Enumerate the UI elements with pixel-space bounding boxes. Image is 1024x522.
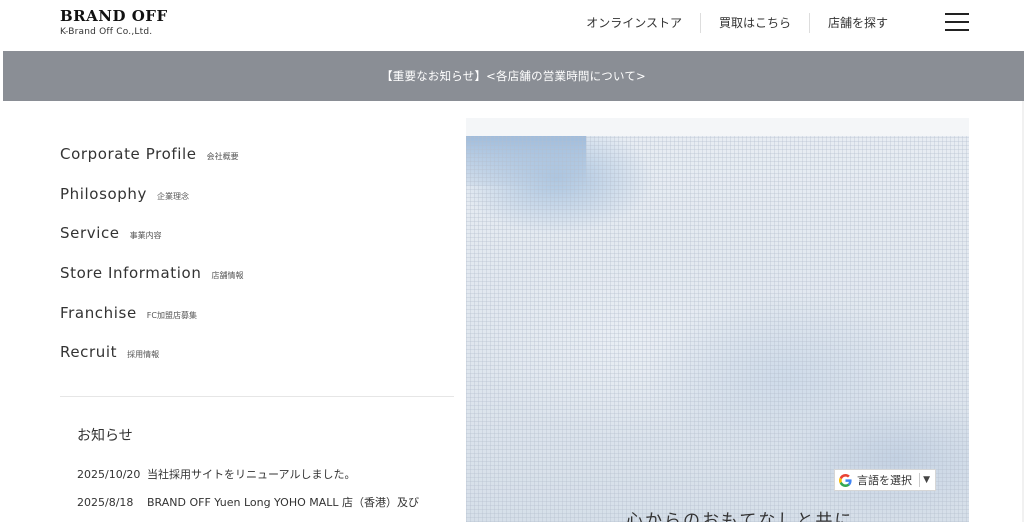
nav-buyback[interactable]: 買取はこちら — [699, 13, 809, 33]
news-list: 2025/10/20 当社採用サイトをリニューアルしました。 2025/8/18… — [77, 467, 457, 522]
dropdown-arrow-icon: ▼ — [923, 475, 930, 485]
hero-top-strip — [466, 118, 969, 136]
google-icon — [839, 473, 852, 487]
menu-item-service[interactable]: Service 事業内容 — [60, 224, 243, 264]
menu-item-label: Store Information — [60, 264, 202, 283]
section-divider — [60, 396, 454, 397]
menu-item-franchise[interactable]: Franchise FC加盟店募集 — [60, 304, 243, 344]
hero-caption: 心からのおもてなしと共に — [626, 511, 854, 522]
news-heading: お知らせ — [77, 428, 133, 444]
news-item[interactable]: 2025/10/20 当社採用サイトをリニューアルしました。 — [77, 467, 457, 482]
news-date: 2025/8/18 — [77, 496, 134, 509]
menu-item-sublabel: FC加盟店募集 — [146, 310, 197, 320]
news-item[interactable]: 2025/8/18 BRAND OFF Yuen Long YOHO MALL … — [77, 495, 457, 510]
menu-item-label: Franchise — [60, 303, 137, 322]
news-headline: BRAND OFF Yuen Long YOHO MALL 店（香港）及び — [147, 496, 420, 509]
menu-item-store-information[interactable]: Store Information 店舗情報 — [60, 264, 243, 304]
hamburger-line — [945, 29, 969, 31]
menu-item-recruit[interactable]: Recruit 採用情報 — [60, 343, 243, 383]
menu-item-sublabel: 採用情報 — [127, 350, 160, 360]
menu-item-sublabel: 企業理念 — [156, 191, 189, 201]
language-select-label: 言語を選択 — [857, 474, 912, 487]
hero-sky-image: 心からのおもてなしと共に — [466, 118, 969, 522]
hamburger-line — [945, 13, 969, 15]
language-select-separator — [919, 473, 921, 487]
logo-main-text: BRAND OFF — [60, 7, 168, 25]
menu-item-philosophy[interactable]: Philosophy 企業理念 — [60, 185, 243, 225]
news-date: 2025/10/20 — [77, 468, 141, 481]
hamburger-menu-icon[interactable] — [945, 12, 969, 32]
nav-online-store[interactable]: オンラインストア — [568, 13, 700, 33]
menu-item-label: Recruit — [60, 343, 118, 362]
menu-item-label: Service — [60, 224, 120, 243]
header-nav: オンラインストア 買取はこちら 店舗を探す — [568, 13, 906, 33]
menu-item-corporate-profile[interactable]: Corporate Profile 会社概要 — [60, 145, 243, 185]
language-select-button[interactable]: 言語を選択 ▼ — [834, 469, 936, 491]
menu-item-label: Philosophy — [60, 184, 147, 203]
nav-find-store[interactable]: 店舗を探す — [808, 13, 906, 33]
menu-item-sublabel: 事業内容 — [129, 231, 162, 241]
hamburger-line — [945, 21, 969, 23]
menu-item-sublabel: 店舗情報 — [211, 271, 244, 281]
left-column: Corporate Profile 会社概要 Philosophy 企業理念 S… — [60, 101, 454, 522]
hero-grid-overlay — [466, 118, 969, 522]
notice-text: 【重要なお知らせ】<各店舗の営業時間について> — [381, 69, 646, 83]
company-menu: Corporate Profile 会社概要 Philosophy 企業理念 S… — [60, 145, 243, 383]
menu-item-label: Corporate Profile — [60, 145, 197, 163]
brand-logo[interactable]: BRAND OFF K-Brand Off Co.,Ltd. — [60, 7, 168, 37]
menu-item-sublabel: 会社概要 — [206, 152, 239, 161]
site-header: BRAND OFF K-Brand Off Co.,Ltd. オンラインストア … — [0, 0, 1024, 51]
important-notice-bar[interactable]: 【重要なお知らせ】<各店舗の営業時間について> — [3, 51, 1024, 101]
news-headline: 当社採用サイトをリニューアルしました。 — [147, 468, 356, 481]
logo-company-name: K-Brand Off Co.,Ltd. — [60, 27, 153, 37]
